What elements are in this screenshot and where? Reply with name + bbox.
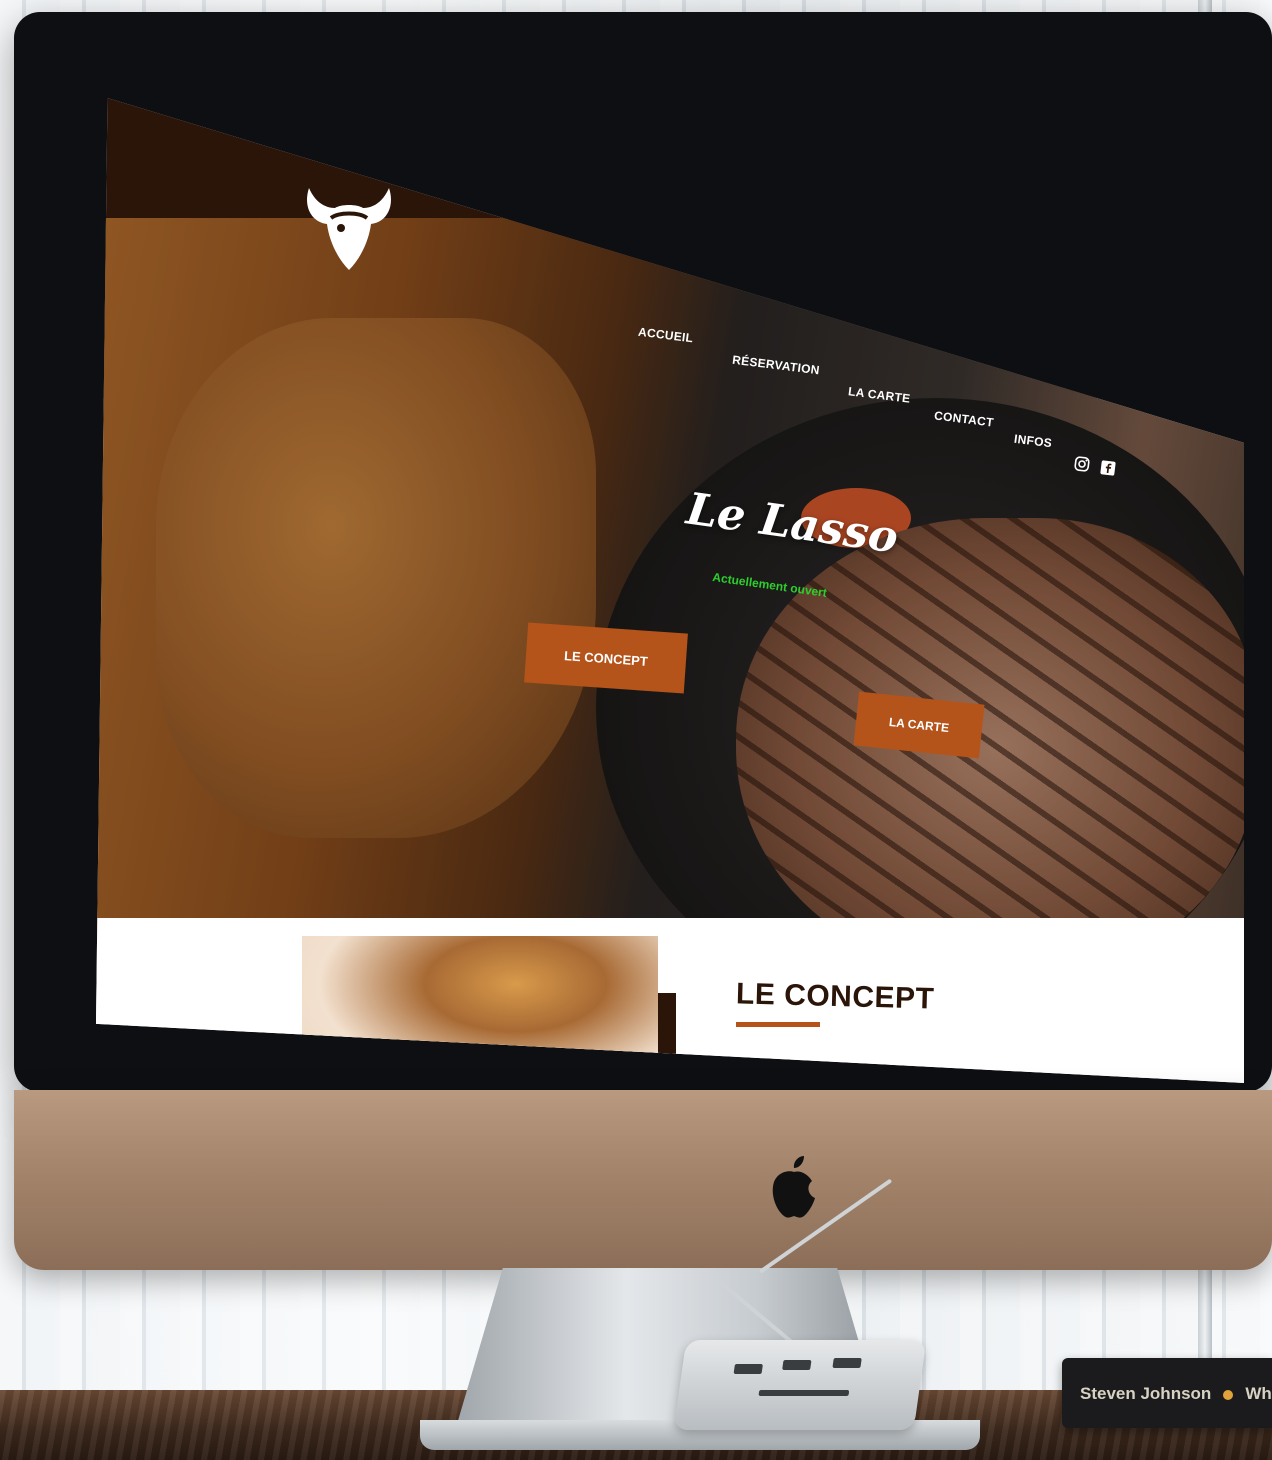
concept-heading-underline [736, 1022, 820, 1027]
bull-logo-icon[interactable] [301, 178, 397, 278]
nav-la-carte[interactable]: LA CARTE [847, 384, 911, 406]
usb-port [782, 1360, 812, 1370]
book-dot-icon [1223, 1389, 1234, 1400]
facebook-icon[interactable] [1099, 459, 1117, 477]
book: Steven Johnson Where [1062, 1358, 1272, 1428]
book-spine-text: Steven Johnson Where [1080, 1384, 1272, 1404]
nav-contact[interactable]: CONTACT [933, 408, 994, 429]
usb-port [832, 1358, 862, 1368]
le-concept-button[interactable]: LE CONCEPT [524, 622, 688, 694]
nav-accueil[interactable]: ACCUEIL [637, 325, 694, 346]
nav-infos[interactable]: INFOS [1013, 432, 1053, 451]
card-slot [758, 1390, 850, 1396]
usb-hub [673, 1340, 927, 1430]
concept-heading: LE CONCEPT [735, 977, 935, 1016]
book-title: Where [1245, 1384, 1272, 1403]
nav-reservation[interactable]: RÉSERVATION [731, 353, 820, 378]
usb-port [733, 1364, 763, 1374]
apple-logo-icon [772, 1156, 815, 1218]
instagram-icon[interactable] [1073, 455, 1091, 473]
monitor-chin [14, 1090, 1272, 1270]
book-author: Steven Johnson [1080, 1384, 1212, 1403]
